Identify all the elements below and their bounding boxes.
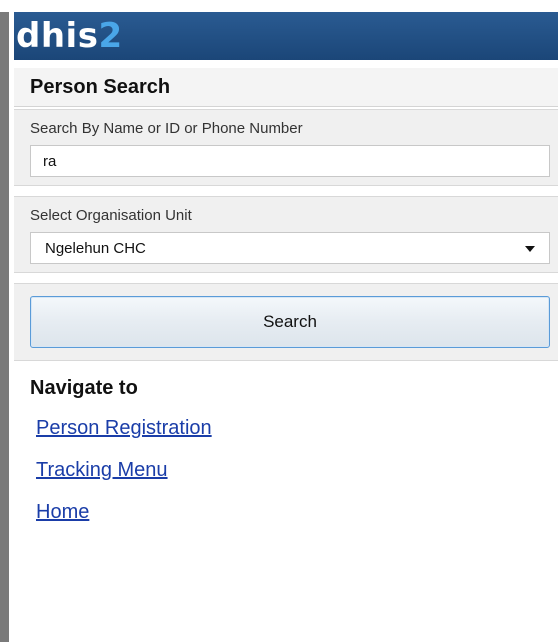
org-unit-label: Select Organisation Unit	[30, 207, 192, 224]
org-unit-selected-value: Ngelehun CHC	[45, 239, 146, 257]
search-button-panel: Search	[14, 283, 558, 361]
page-frame: dhis2 Person Search Search By Name or ID…	[0, 0, 558, 642]
nav-link-home[interactable]: Home	[36, 500, 558, 524]
mobile-content: dhis2 Person Search Search By Name or ID…	[14, 12, 558, 642]
search-button[interactable]: Search	[30, 296, 550, 348]
spacer	[14, 186, 558, 196]
spacer	[14, 273, 558, 283]
page-title: Person Search	[30, 75, 171, 98]
header-gap	[14, 60, 558, 68]
search-input[interactable]	[30, 145, 550, 177]
left-edge-rule	[0, 0, 9, 642]
dhis2-logo[interactable]: dhis2	[16, 19, 123, 53]
navigation-section: Navigate to Person Registration Tracking…	[14, 361, 558, 524]
org-unit-select[interactable]: Ngelehun CHC	[30, 232, 550, 264]
nav-link-person-registration[interactable]: Person Registration	[36, 416, 558, 440]
nav-heading: Navigate to	[30, 377, 138, 399]
app-header: dhis2	[14, 12, 558, 60]
org-unit-panel: Select Organisation Unit Ngelehun CHC	[14, 196, 558, 273]
search-panel: Search By Name or ID or Phone Number	[14, 109, 558, 186]
title-bar: Person Search	[14, 68, 558, 107]
nav-link-tracking-menu[interactable]: Tracking Menu	[36, 458, 558, 482]
left-edge-gap	[0, 0, 9, 12]
chevron-down-icon	[525, 246, 535, 252]
search-field-label: Search By Name or ID or Phone Number	[30, 120, 303, 137]
